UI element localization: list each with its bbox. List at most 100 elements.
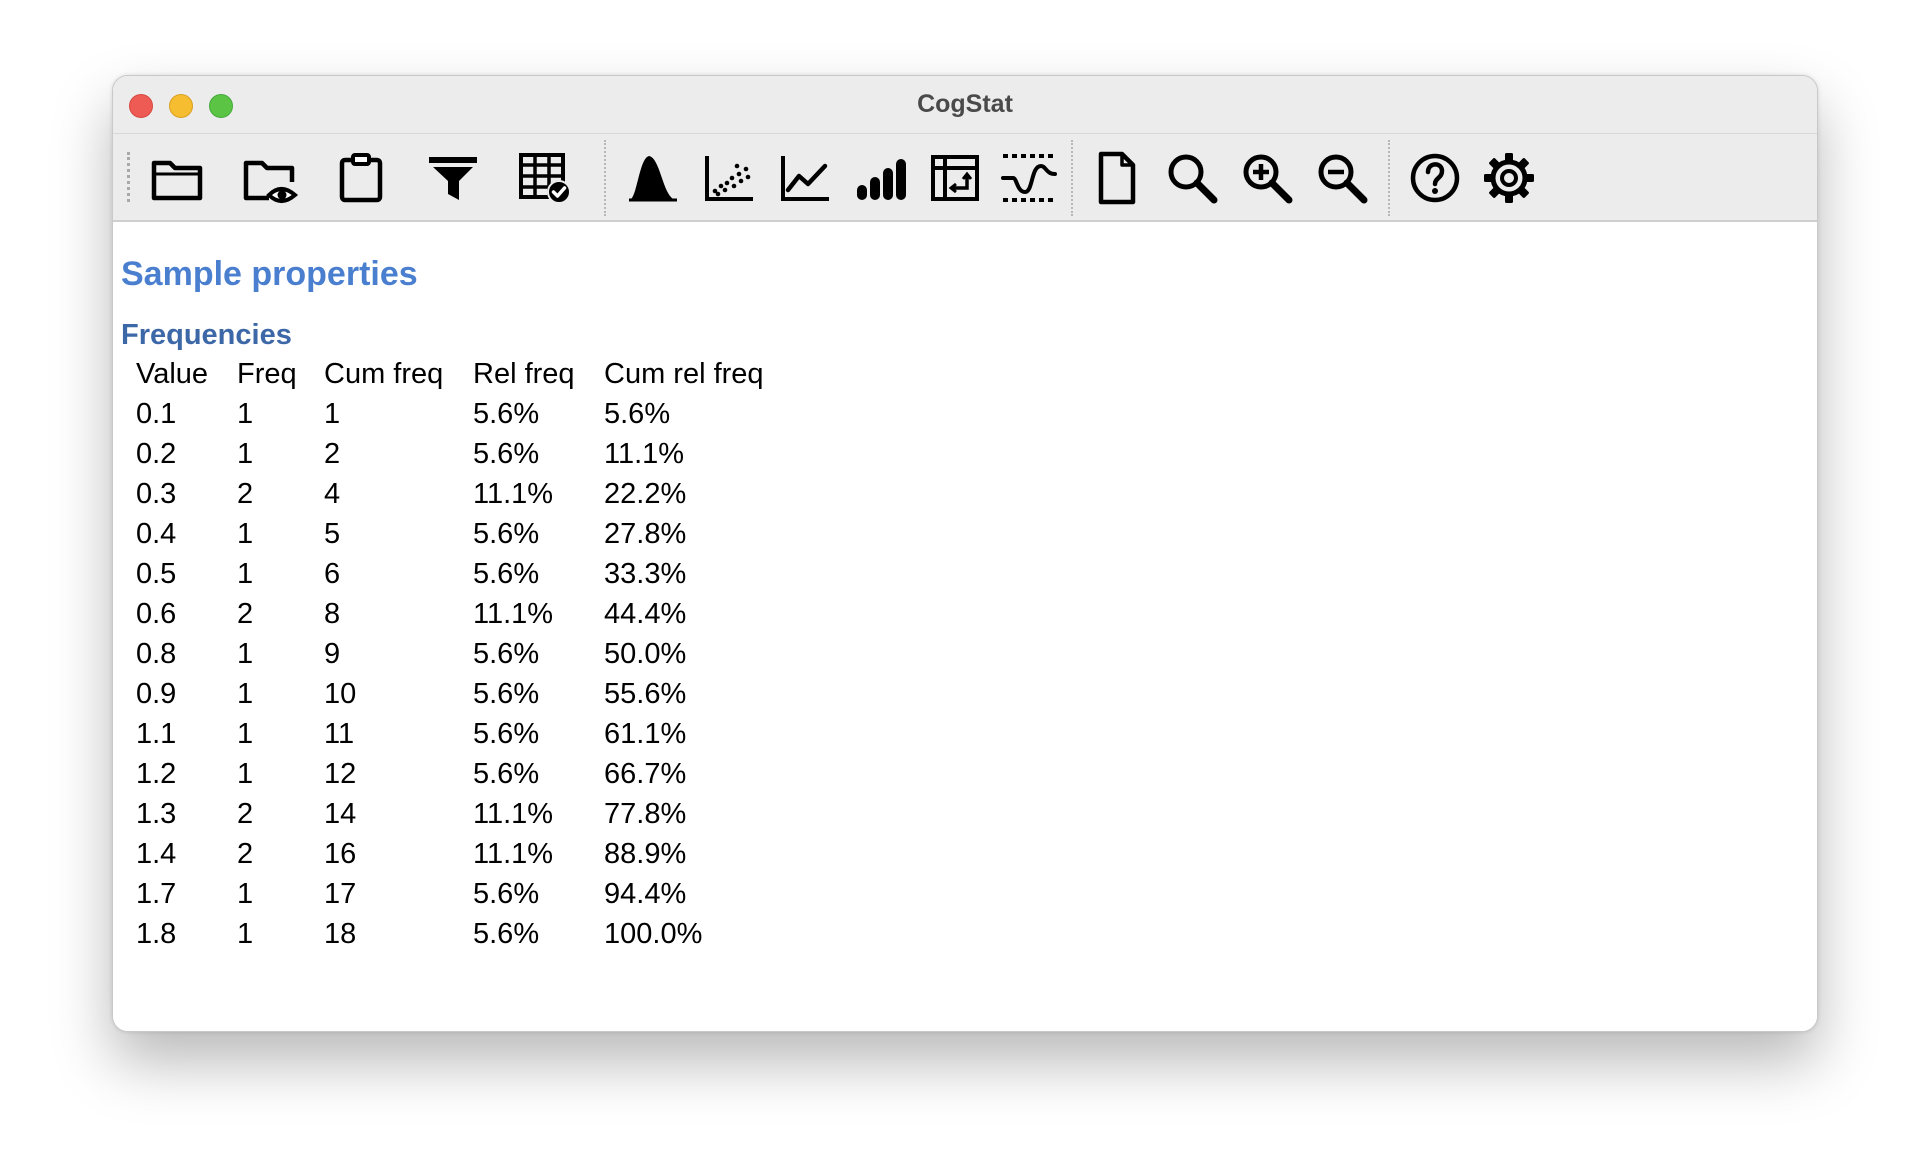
- toolbar-separator: [604, 140, 606, 216]
- table-cell: 61.1%: [604, 717, 687, 750]
- preferences-button[interactable]: [1477, 146, 1541, 210]
- open-data-file-button[interactable]: [145, 146, 209, 210]
- table-cell: 11: [324, 717, 355, 750]
- table-header-row: Value Freq Cum freq Rel freq Cum rel freq: [123, 354, 778, 394]
- table-cell: 0.1: [136, 397, 177, 430]
- table-cell: 6: [324, 557, 341, 590]
- pivot-table-icon: [931, 155, 979, 201]
- table-cell: 5.6%: [473, 757, 540, 790]
- table-cell: 1: [237, 517, 254, 550]
- table-cell: 0.4: [136, 517, 177, 550]
- table-row: 1.2 1 12 5.6% 66.7%: [123, 754, 778, 794]
- behavioral-data-diffusion-button[interactable]: [997, 146, 1061, 210]
- toolbar: [113, 134, 1817, 222]
- table-cell: 11.1%: [604, 437, 685, 470]
- zoom-out-button[interactable]: [1310, 146, 1374, 210]
- clear-results-button[interactable]: [1085, 146, 1149, 210]
- table-cell: 1.4: [136, 837, 177, 870]
- blank-page-icon: [1098, 151, 1136, 205]
- table-cell: 1: [324, 397, 341, 430]
- table-row: 0.5 1 6 5.6% 33.3%: [123, 554, 778, 594]
- table-cell: 5: [324, 517, 341, 550]
- table-cell: 1: [237, 397, 254, 430]
- table-cell: 2: [324, 437, 341, 470]
- table-cell: 9: [324, 637, 341, 670]
- toolbar-separator: [1071, 140, 1073, 216]
- table-row: 1.1 1 11 5.6% 61.1%: [123, 714, 778, 754]
- table-cell: 0.5: [136, 557, 177, 590]
- filter-outliers-button[interactable]: [421, 146, 485, 210]
- table-cell: 1: [237, 437, 254, 470]
- explore-variable-button[interactable]: [621, 146, 685, 210]
- table-cell: 0.8: [136, 637, 177, 670]
- table-cell: 2: [237, 797, 254, 830]
- column-header: Cum rel freq: [604, 357, 764, 390]
- table-cell: 77.8%: [604, 797, 687, 830]
- table-cell: 1.2: [136, 757, 177, 790]
- table-cell: 16: [324, 837, 357, 870]
- folder-icon: [151, 160, 203, 201]
- toolbar-separator: [1388, 140, 1390, 216]
- compare-groups-button[interactable]: [848, 146, 912, 210]
- line-chart-icon: [781, 156, 829, 201]
- table-cell: 5.6%: [473, 397, 540, 430]
- table-cell: 1: [237, 637, 254, 670]
- table-cell: 0.3: [136, 477, 177, 510]
- table-row: 0.9 1 10 5.6% 55.6%: [123, 674, 778, 714]
- open-demo-file-button[interactable]: [237, 146, 301, 210]
- table-cell: 11.1%: [473, 837, 554, 870]
- table-cell: 27.8%: [604, 517, 687, 550]
- table-cell: 2: [237, 597, 254, 630]
- table-cell: 10: [324, 677, 357, 710]
- reliability-analysis-button[interactable]: [773, 146, 837, 210]
- find-text-button[interactable]: [1160, 146, 1224, 210]
- subsection-heading: Frequencies: [121, 319, 292, 351]
- table-cell: 1.3: [136, 797, 177, 830]
- table-cell: 55.6%: [604, 677, 687, 710]
- table-cell: 66.7%: [604, 757, 687, 790]
- paste-data-button[interactable]: [329, 146, 393, 210]
- table-cell: 2: [237, 477, 254, 510]
- table-row: 0.2 1 2 5.6% 11.1%: [123, 434, 778, 474]
- table-cell: 94.4%: [604, 877, 687, 910]
- table-cell: 11.1%: [473, 597, 554, 630]
- table-row: 0.1 1 1 5.6% 5.6%: [123, 394, 778, 434]
- table-cell: 8: [324, 597, 341, 630]
- display-data-button[interactable]: [513, 146, 577, 210]
- table-cell: 11.1%: [473, 797, 554, 830]
- filter-icon: [429, 157, 477, 200]
- table-cell: 50.0%: [604, 637, 687, 670]
- table-cell: 12: [324, 757, 357, 790]
- pivot-table-button[interactable]: [923, 146, 987, 210]
- table-row: 1.8 1 18 5.6% 100.0%: [123, 914, 778, 954]
- section-heading: Sample properties: [121, 255, 418, 293]
- table-cell: 22.2%: [604, 477, 687, 510]
- zoom-in-button[interactable]: [1235, 146, 1299, 210]
- help-button[interactable]: [1403, 146, 1467, 210]
- table-cell: 0.9: [136, 677, 177, 710]
- bar-chart-icon: [857, 159, 906, 200]
- table-cell: 14: [324, 797, 357, 830]
- table-cell: 5.6%: [473, 557, 540, 590]
- toolbar-drag-handle[interactable]: [127, 152, 130, 202]
- scatterplot-icon: [705, 156, 753, 201]
- table-cell: 33.3%: [604, 557, 687, 590]
- table-cell: 0.2: [136, 437, 177, 470]
- column-header: Freq: [237, 357, 297, 390]
- title-bar[interactable]: CogStat: [113, 76, 1817, 134]
- column-header: Rel freq: [473, 357, 575, 390]
- table-row: 1.4 2 16 11.1% 88.9%: [123, 834, 778, 874]
- table-cell: 1: [237, 757, 254, 790]
- results-pane[interactable]: Sample properties Frequencies Value Freq C…: [113, 222, 1817, 1031]
- zoom-in-icon: [1243, 154, 1293, 204]
- table-cell: 1.7: [136, 877, 177, 910]
- table-cell: 1.8: [136, 917, 177, 950]
- table-cell: 5.6%: [473, 677, 540, 710]
- table-row: 1.7 1 17 5.6% 94.4%: [123, 874, 778, 914]
- column-header: Value: [136, 357, 209, 390]
- table-row: 0.8 1 9 5.6% 50.0%: [123, 634, 778, 674]
- explore-relation-button[interactable]: [697, 146, 761, 210]
- table-cell: 2: [237, 837, 254, 870]
- table-cell: 5.6%: [473, 437, 540, 470]
- column-header: Cum freq: [324, 357, 444, 390]
